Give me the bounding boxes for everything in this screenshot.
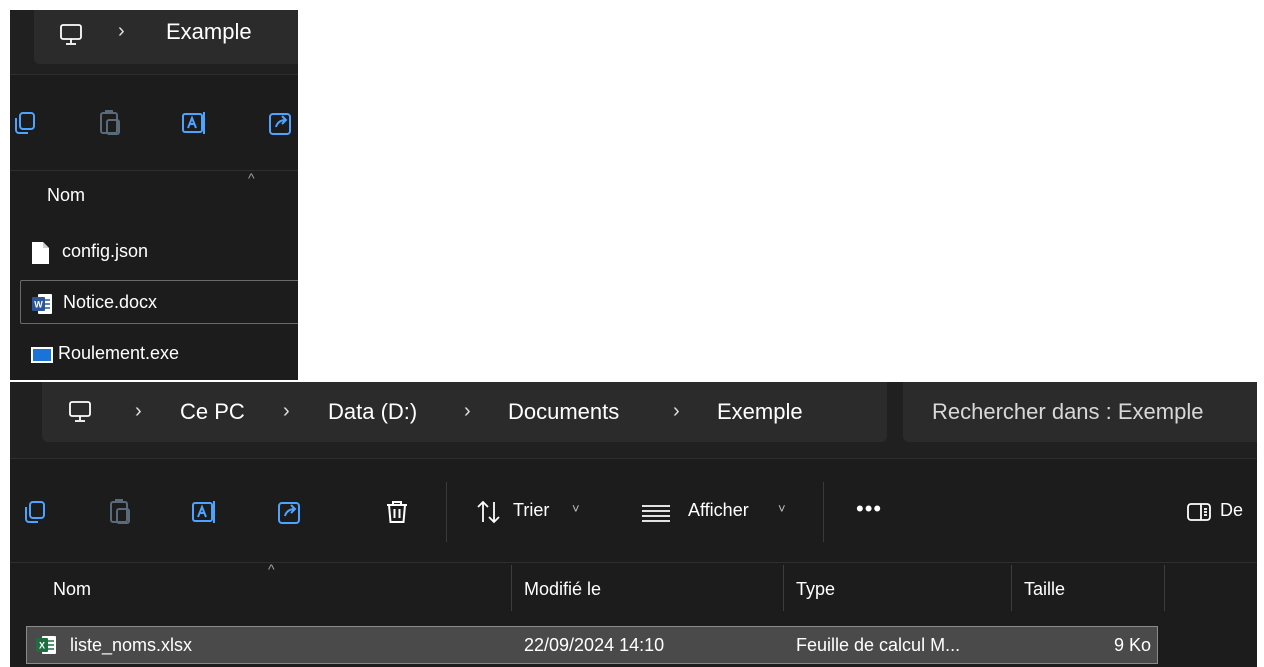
sort-button-label[interactable]: Trier	[513, 500, 549, 521]
file-row[interactable]: config.json	[20, 230, 298, 274]
explorer-window-main: › Ce PC › Data (D:) › Documents › Exempl…	[10, 382, 1257, 667]
view-icon[interactable]	[639, 497, 673, 527]
column-separator[interactable]	[511, 565, 512, 611]
file-size: 9 Ko	[1113, 635, 1151, 655]
file-modified: 22/09/2024 14:10	[524, 635, 665, 655]
file-row[interactable]: W Notice.docx	[20, 280, 298, 324]
column-header-name[interactable]: Nom	[53, 579, 91, 600]
column-header-size[interactable]: Taille	[1024, 579, 1065, 600]
copy-icon[interactable]	[22, 497, 48, 527]
sort-icon[interactable]	[474, 497, 504, 527]
breadcrumb-item-ce-pc[interactable]: Ce PC	[180, 399, 245, 425]
explorer-window-small: › Example ^ Nom config.json W Notice.doc…	[10, 10, 298, 380]
this-pc-icon[interactable]	[67, 399, 93, 425]
details-button-label[interactable]: De	[1220, 500, 1243, 521]
breadcrumb-item-documents[interactable]: Documents	[508, 399, 619, 425]
generic-file-icon	[30, 241, 50, 265]
paste-icon[interactable]	[108, 497, 134, 527]
file-row-selected[interactable]: X liste_noms.xlsx 22/09/2024 14:10 Feuil…	[26, 626, 1158, 664]
file-name: Roulement.exe	[58, 343, 180, 363]
divider	[10, 74, 298, 75]
breadcrumb-item-data-d[interactable]: Data (D:)	[328, 399, 417, 425]
sort-ascending-icon: ^	[248, 170, 255, 186]
chevron-down-icon[interactable]: ˅	[572, 501, 580, 516]
search-placeholder: Rechercher dans : Exemple	[932, 399, 1204, 424]
file-row[interactable]: Roulement.exe	[20, 332, 298, 376]
sort-ascending-icon: ^	[268, 561, 275, 577]
toolbar-separator	[823, 482, 824, 542]
file-name: Notice.docx	[63, 292, 158, 312]
share-icon[interactable]	[268, 108, 294, 138]
view-button-label[interactable]: Afficher	[688, 500, 749, 521]
breadcrumb-chevron[interactable]: ›	[673, 400, 680, 423]
breadcrumb-chevron[interactable]: ›	[283, 400, 290, 423]
details-pane-icon[interactable]	[1186, 497, 1212, 527]
column-header-name[interactable]: Nom	[47, 185, 85, 206]
this-pc-icon[interactable]	[58, 22, 84, 48]
file-type: Feuille de calcul M...	[796, 635, 961, 655]
chevron-down-icon[interactable]: ˅	[778, 501, 786, 516]
column-separator[interactable]	[1011, 565, 1012, 611]
column-separator[interactable]	[1164, 565, 1165, 611]
file-name: liste_noms.xlsx	[70, 635, 193, 655]
toolbar-separator	[446, 482, 447, 542]
svg-text:X: X	[39, 641, 45, 651]
divider	[10, 562, 1257, 563]
column-separator[interactable]	[783, 565, 784, 611]
exe-file-icon	[30, 343, 54, 367]
breadcrumb-item-exemple[interactable]: Exemple	[717, 399, 803, 425]
svg-text:W: W	[34, 300, 43, 310]
column-header-type[interactable]: Type	[796, 579, 835, 600]
share-icon[interactable]	[277, 497, 303, 527]
excel-file-icon: X	[35, 635, 57, 655]
more-options-button[interactable]: •••	[856, 496, 882, 522]
breadcrumb-chevron[interactable]: ›	[118, 20, 125, 43]
breadcrumb-chevron[interactable]: ›	[464, 400, 471, 423]
breadcrumb-item-example[interactable]: Example	[166, 19, 252, 45]
word-file-icon: W	[31, 292, 52, 316]
file-name: config.json	[62, 241, 149, 261]
delete-icon[interactable]	[384, 497, 410, 527]
rename-icon[interactable]	[191, 497, 217, 527]
copy-icon[interactable]	[12, 108, 38, 138]
breadcrumb-chevron[interactable]: ›	[135, 400, 142, 423]
column-header-modified[interactable]: Modifié le	[524, 579, 601, 600]
paste-icon[interactable]	[98, 108, 124, 138]
rename-icon[interactable]	[181, 108, 207, 138]
divider	[10, 458, 1257, 459]
